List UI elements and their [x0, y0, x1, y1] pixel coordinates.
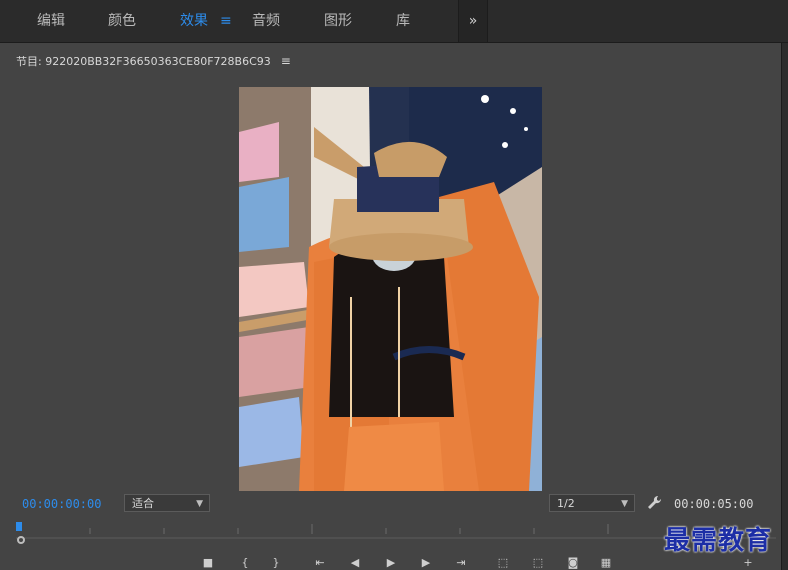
- wrench-icon[interactable]: [647, 495, 663, 511]
- video-frame: [239, 87, 542, 491]
- workspace-tabs-bar: 编辑 颜色 效果 ≡ 音频 图形 库 »: [0, 0, 788, 43]
- tab-edit[interactable]: 编辑: [37, 0, 65, 42]
- play-icon[interactable]: ▶: [383, 556, 399, 570]
- right-scrollbar[interactable]: [782, 43, 788, 570]
- step-back-icon[interactable]: ◀: [347, 556, 363, 570]
- program-menu-icon[interactable]: ≡: [281, 54, 291, 68]
- step-forward-icon[interactable]: ▶: [418, 556, 434, 570]
- mark-in-icon[interactable]: {: [237, 556, 253, 570]
- go-to-out-icon[interactable]: ⇥: [453, 556, 469, 570]
- tab-graphics[interactable]: 图形: [324, 0, 352, 42]
- tab-effects-menu-icon[interactable]: ≡: [220, 0, 232, 42]
- add-icon[interactable]: +: [740, 556, 756, 570]
- zoom-fit-value: 适合: [132, 497, 154, 510]
- duration-timecode: 00:00:05:00: [674, 497, 754, 511]
- wrench-icon-svg: [648, 495, 662, 509]
- chevron-down-icon: ▼: [621, 499, 628, 509]
- watermark-logo: 最需教育: [664, 526, 773, 556]
- tab-color[interactable]: 颜色: [108, 0, 136, 42]
- time-ruler-svg: [16, 522, 776, 539]
- export-frame-icon[interactable]: ◙: [565, 556, 581, 570]
- tab-audio[interactable]: 音频: [252, 0, 280, 42]
- resolution-value: 1/2: [557, 497, 575, 510]
- video-frame-image: [239, 87, 542, 491]
- playhead-handle-icon[interactable]: [17, 536, 25, 544]
- chevron-down-icon: ▼: [196, 499, 203, 509]
- tab-library[interactable]: 库: [396, 0, 410, 42]
- overflow-chevron-icon[interactable]: »: [458, 0, 488, 42]
- program-title: 节目: 922020BB32F36650363CE80F728B6C93: [16, 55, 271, 68]
- stop-icon[interactable]: ■: [200, 556, 216, 570]
- program-monitor: 节目: 922020BB32F36650363CE80F728B6C93 ≡ 0…: [0, 43, 782, 570]
- go-to-in-icon[interactable]: ⇤: [312, 556, 328, 570]
- zoom-fit-select[interactable]: 适合 ▼: [124, 494, 210, 512]
- extract-icon[interactable]: ⬚: [530, 556, 546, 570]
- time-ruler[interactable]: [16, 522, 776, 540]
- mark-out-icon[interactable]: }: [268, 556, 284, 570]
- lift-icon[interactable]: ⬚: [495, 556, 511, 570]
- resolution-select[interactable]: 1/2 ▼: [549, 494, 635, 512]
- tab-effects[interactable]: 效果: [180, 0, 208, 42]
- button-editor-icon[interactable]: ▦: [598, 556, 614, 570]
- current-timecode[interactable]: 00:00:00:00: [22, 497, 101, 511]
- program-header: 节目: 922020BB32F36650363CE80F728B6C93 ≡: [16, 53, 291, 69]
